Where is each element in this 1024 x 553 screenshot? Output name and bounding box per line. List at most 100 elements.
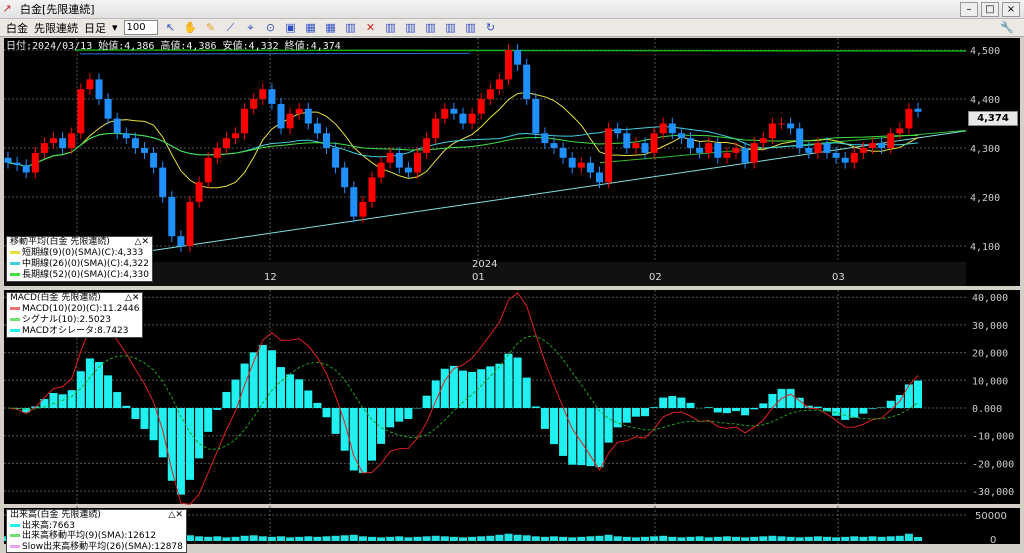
candle — [478, 99, 485, 114]
oscillator-bar — [50, 393, 58, 408]
x-tick: 12 — [264, 272, 277, 283]
candle — [41, 143, 48, 153]
ma-short-value: 短期線(9)(0)(SMA)(C):4,333 — [22, 248, 143, 258]
volume-bar — [768, 536, 776, 541]
candle — [669, 124, 676, 134]
grid-icon[interactable]: ▦ — [304, 21, 318, 35]
volume-bar — [878, 537, 886, 541]
volume-bar — [869, 536, 877, 541]
window-icon[interactable]: ▣ — [284, 21, 298, 35]
volume-bar — [759, 536, 767, 541]
oscillator-bar — [131, 408, 139, 419]
refresh-icon[interactable]: ↻ — [484, 21, 498, 35]
candle — [860, 148, 867, 153]
oscillator-value: MACDオシレータ:8.7423 — [22, 326, 129, 336]
ma-legend-title: 移動平均(白金 先限連続) — [10, 237, 110, 248]
candle — [405, 168, 412, 173]
pencil-icon[interactable]: ✎ — [204, 21, 218, 35]
candle — [660, 124, 667, 134]
chart-area[interactable]: 4,5004,4004,3004,2004,10011122024010203日… — [0, 37, 1024, 552]
candle — [150, 153, 157, 168]
volume-bar — [232, 537, 240, 541]
candle — [505, 50, 512, 79]
volume-bar — [486, 536, 494, 541]
wrench-icon[interactable]: 🔧 — [1000, 21, 1014, 35]
oscillator-bar — [614, 408, 622, 427]
macd-legend: MACD(白金 先限連続)△✕ MACD(10)(20)(C):11.2446 … — [6, 292, 143, 338]
oscillator-bar — [95, 362, 103, 408]
oscillator-bar — [186, 408, 194, 480]
oscillator-bar — [659, 398, 667, 408]
volume-bar — [705, 537, 713, 541]
volume-bar — [596, 536, 604, 541]
x-tick: 03 — [832, 272, 845, 283]
volume-bar — [605, 535, 613, 541]
price-tick: 4,500 — [970, 46, 1000, 57]
close-icon[interactable]: △✕ — [135, 237, 149, 248]
legend-swatch — [10, 534, 20, 537]
chart-5-icon[interactable]: ▥ — [464, 21, 478, 35]
volume-bar — [495, 535, 503, 541]
crosshair-icon[interactable]: ⌖ — [244, 21, 258, 35]
candle — [441, 109, 448, 119]
volume-bar — [687, 537, 695, 541]
maximize-button[interactable]: □ — [981, 2, 999, 17]
candle — [814, 143, 821, 153]
chart-3-icon[interactable]: ▥ — [424, 21, 438, 35]
x-tick: 01 — [472, 272, 485, 283]
legend-swatch — [10, 307, 20, 310]
candle — [314, 124, 321, 134]
volume-bar — [222, 537, 230, 541]
cursor-icon[interactable]: ↖ — [164, 21, 178, 35]
oscillator-bar — [68, 390, 76, 408]
volume-bar — [186, 535, 194, 541]
volume-bar — [404, 537, 412, 541]
volume-bar — [896, 536, 904, 541]
table-icon[interactable]: ▦ — [324, 21, 338, 35]
symbol-menu[interactable]: 白金 — [6, 20, 28, 36]
chevron-down-icon[interactable]: ▾ — [112, 21, 118, 34]
oscillator-bar — [632, 408, 640, 417]
volume-bar — [696, 536, 704, 541]
candle — [14, 163, 21, 165]
minimize-button[interactable]: – — [960, 2, 978, 17]
ma-legend: 移動平均(白金 先限連続)△✕ 短期線(9)(0)(SMA)(C):4,333 … — [6, 236, 153, 282]
candle — [824, 143, 831, 153]
chart-4-icon[interactable]: ▥ — [444, 21, 458, 35]
volume-bar — [286, 537, 294, 541]
delete-indicator-icon[interactable]: ✕ — [364, 21, 378, 35]
close-button[interactable]: × — [1002, 2, 1020, 17]
indicator-icon[interactable]: ▥ — [344, 21, 358, 35]
contract-menu[interactable]: 先限連続 — [34, 20, 78, 36]
volume-value: 出来高:7663 — [22, 521, 75, 531]
oscillator-bar — [732, 408, 740, 411]
candle — [132, 138, 139, 148]
oscillator-bar — [859, 408, 867, 414]
volume-bar — [641, 537, 649, 541]
chart-2-icon[interactable]: ▥ — [404, 21, 418, 35]
ma-mid-value: 中期線(26)(0)(SMA)(C):4,322 — [22, 259, 149, 269]
volume-bar — [750, 537, 758, 541]
oscillator-bar — [677, 398, 685, 408]
legend-swatch — [10, 545, 20, 548]
draw-line-icon[interactable]: ⟋ — [224, 21, 238, 35]
period-dropdown[interactable]: 日足 — [84, 20, 106, 36]
volume-bar — [459, 537, 467, 541]
macd-tick: -20,000 — [972, 459, 1014, 470]
close-icon[interactable]: △✕ — [125, 293, 139, 304]
close-icon[interactable]: △✕ — [168, 510, 182, 521]
hand-icon[interactable]: ✋ — [184, 21, 198, 35]
up-circle-icon[interactable]: ⊙ — [264, 21, 278, 35]
oscillator-bar — [641, 408, 649, 416]
macd-tick: 10,000 — [972, 376, 1008, 387]
candle — [833, 153, 840, 158]
candle — [369, 177, 376, 202]
candle — [59, 138, 66, 148]
candle — [305, 109, 312, 124]
count-input[interactable]: 100 — [124, 20, 158, 35]
chart-1-icon[interactable]: ▥ — [384, 21, 398, 35]
candle — [432, 119, 439, 139]
candle — [751, 143, 758, 163]
legend-swatch — [10, 273, 20, 276]
volume-bar — [477, 536, 485, 541]
